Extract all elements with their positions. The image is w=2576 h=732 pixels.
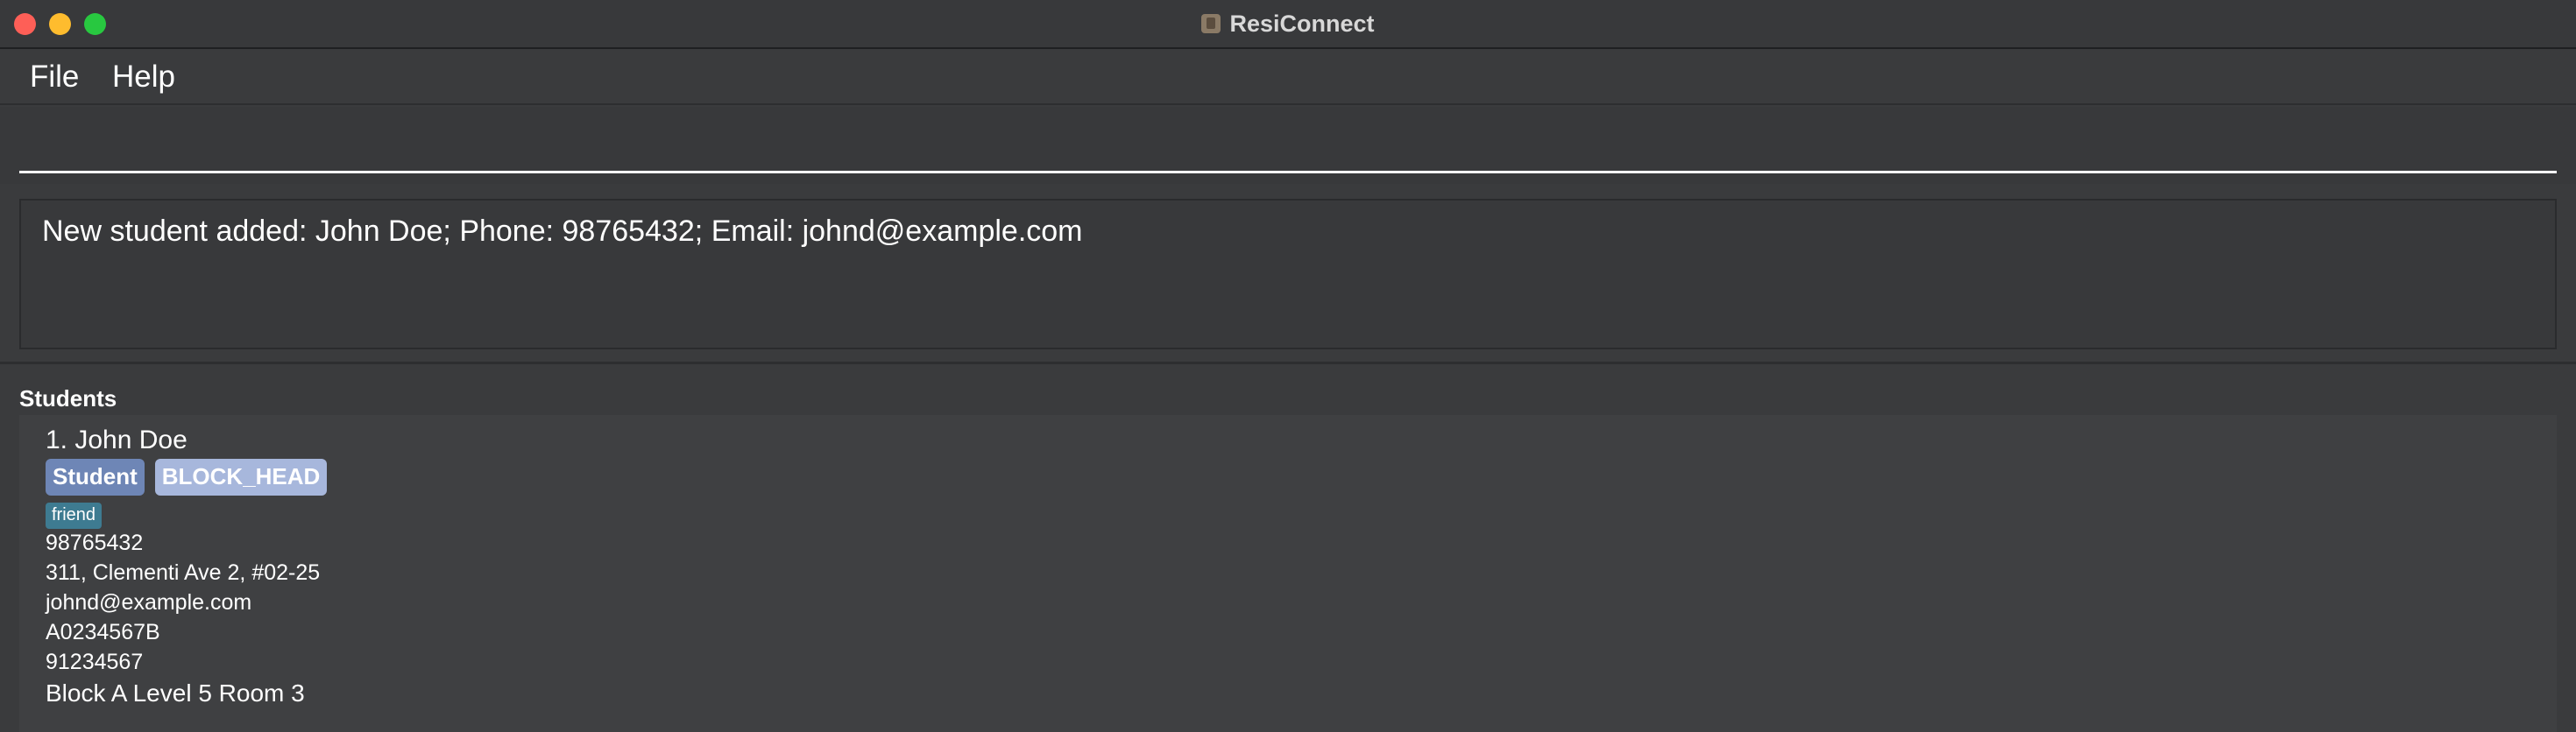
student-card[interactable]: 1. John Doe Student BLOCK_HEAD friend 98… xyxy=(19,415,2557,732)
menu-bar: File Help xyxy=(0,49,2576,105)
app-icon xyxy=(1201,14,1221,33)
role-tag-student: Student xyxy=(46,459,145,496)
role-tag-block-head: BLOCK_HEAD xyxy=(154,459,328,496)
student-location: Block A Level 5 Room 3 xyxy=(46,679,305,707)
student-email: johnd@example.com xyxy=(46,590,252,615)
menu-file[interactable]: File xyxy=(30,60,79,95)
student-list[interactable]: 1. John Doe Student BLOCK_HEAD friend 98… xyxy=(19,415,2557,732)
title-bar: ResiConnect xyxy=(0,0,2576,49)
student-emergency-phone: 91234567 xyxy=(46,650,144,674)
window-title-group: ResiConnect xyxy=(0,0,2576,47)
student-name: 1. John Doe xyxy=(46,426,188,454)
command-box xyxy=(0,107,2576,184)
student-address: 311, Clementi Ave 2, #02-25 xyxy=(46,560,321,585)
window-title: ResiConnect xyxy=(1229,10,1375,37)
student-id: A0234567B xyxy=(46,620,160,644)
role-tags: Student BLOCK_HEAD xyxy=(46,459,328,496)
student-tag: friend xyxy=(46,503,103,529)
result-display-panel: New student added: John Doe; Phone: 9876… xyxy=(0,186,2576,364)
result-message: New student added: John Doe; Phone: 9876… xyxy=(42,215,1083,248)
menu-help[interactable]: Help xyxy=(112,60,175,95)
student-phone: 98765432 xyxy=(46,531,144,555)
student-list-label: Students xyxy=(19,385,117,412)
command-input[interactable] xyxy=(19,116,2557,173)
result-display[interactable]: New student added: John Doe; Phone: 9876… xyxy=(19,199,2557,349)
